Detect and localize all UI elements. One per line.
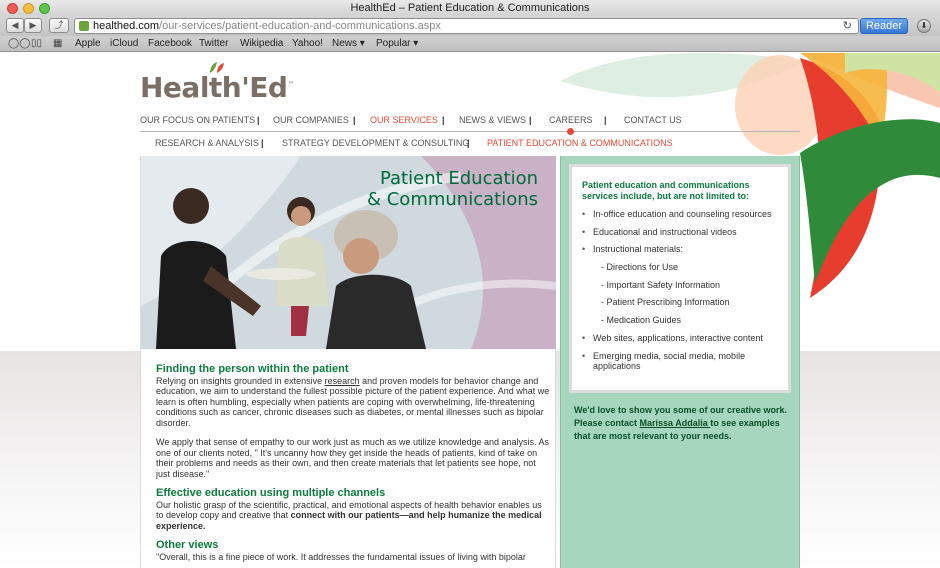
window-title: HealthEd – Patient Education & Communica… bbox=[350, 2, 590, 14]
section-heading-effective-education: Effective education using multiple chann… bbox=[156, 487, 386, 499]
share-button[interactable]: ⤴ bbox=[49, 18, 69, 33]
logo-leaf-icon bbox=[210, 62, 224, 73]
logo-trademark: ™ bbox=[287, 80, 294, 89]
bookmark-news-menu[interactable]: News ▾ bbox=[332, 36, 365, 51]
services-list: In-office education and counseling resou… bbox=[582, 209, 778, 372]
research-link[interactable]: research bbox=[325, 376, 360, 386]
bookmark-wikipedia[interactable]: Wikipedia bbox=[240, 36, 283, 51]
url-path: /our-services/patient-education-and-comm… bbox=[159, 20, 441, 32]
reload-icon[interactable]: ↻ bbox=[843, 19, 852, 33]
nav-careers[interactable]: CAREERS bbox=[549, 115, 593, 125]
back-button[interactable]: ◀ bbox=[6, 18, 24, 33]
minimize-window-icon[interactable] bbox=[23, 3, 34, 14]
site-favicon-icon bbox=[79, 21, 89, 31]
list-subitem: - Important Safety Information bbox=[601, 279, 721, 290]
address-bar[interactable]: healthed.com/our-services/patient-educat… bbox=[74, 18, 859, 34]
list-item: Emerging media, social media, mobile app… bbox=[582, 351, 778, 372]
bookmarks-bar: ◯◯ ▯▯ ▦ Apple iCloud Facebook Twitter Wi… bbox=[0, 36, 940, 52]
paragraph-research: Relying on insights grounded in extensiv… bbox=[156, 376, 551, 429]
nav-separator: | bbox=[529, 115, 532, 125]
paragraph-empathy: We apply that sense of empathy to our wo… bbox=[156, 437, 550, 479]
nav-contact-us[interactable]: CONTACT US bbox=[624, 115, 682, 125]
services-sidebar: Patient education and communications ser… bbox=[560, 156, 800, 568]
reading-list-icon[interactable]: ◯◯ bbox=[8, 36, 30, 51]
reader-button[interactable]: Reader bbox=[860, 18, 908, 34]
logo-text: Health'Ed bbox=[140, 71, 288, 104]
list-item: In-office education and counseling resou… bbox=[582, 209, 778, 220]
web-page: Health'Ed™ OUR FOCUS ON PATIENTS | OUR C… bbox=[0, 53, 940, 568]
nav-our-focus-on-patients[interactable]: OUR FOCUS ON PATIENTS bbox=[140, 115, 255, 125]
bookmark-popular-menu[interactable]: Popular ▾ bbox=[376, 36, 418, 51]
bookmark-yahoo[interactable]: Yahoo! bbox=[292, 36, 323, 51]
window-titlebar: HealthEd – Patient Education & Communica… bbox=[0, 0, 940, 16]
paragraph-holistic: Our holistic grasp of the scientific, pr… bbox=[156, 500, 551, 532]
nav-our-companies[interactable]: OUR COMPANIES bbox=[273, 115, 349, 125]
nav-divider bbox=[140, 131, 800, 132]
hero-image: Patient Education & Communications bbox=[141, 156, 556, 349]
nav-separator: | bbox=[261, 138, 264, 148]
bookmark-facebook[interactable]: Facebook bbox=[148, 36, 192, 51]
nav-separator: | bbox=[467, 138, 470, 148]
active-nav-indicator bbox=[567, 128, 574, 135]
bookmark-twitter[interactable]: Twitter bbox=[199, 36, 228, 51]
contact-marissa-link[interactable]: Marissa Addalia bbox=[640, 418, 711, 428]
section-heading-other-views: Other views bbox=[156, 539, 219, 551]
subnav-research-and-analysis[interactable]: RESEARCH & ANALYSIS bbox=[155, 138, 259, 148]
list-subitem: - Directions for Use bbox=[601, 262, 679, 273]
list-subitem: - Patient Prescribing Information bbox=[601, 297, 730, 308]
main-content: Patient Education & Communications Findi… bbox=[140, 156, 556, 568]
bookmark-icloud[interactable]: iCloud bbox=[110, 36, 138, 51]
bookmark-apple[interactable]: Apple bbox=[75, 36, 101, 51]
list-subitem: - Medication Guides bbox=[601, 315, 682, 326]
subnav-strategy-development-consulting[interactable]: STRATEGY DEVELOPMENT & CONSULTING bbox=[282, 138, 469, 148]
section-heading-finding-person: Finding the person within the patient bbox=[156, 363, 349, 375]
nav-separator: | bbox=[353, 115, 356, 125]
list-item: Educational and instructional videos bbox=[582, 227, 778, 238]
list-item: Web sites, applications, interactive con… bbox=[582, 333, 778, 344]
list-item: Instructional materials: bbox=[582, 244, 778, 255]
hero-title-line1: Patient Education bbox=[379, 168, 538, 189]
nav-separator: | bbox=[442, 115, 445, 125]
services-heading: Patient education and communications ser… bbox=[582, 180, 750, 201]
nav-news-and-views[interactable]: NEWS & VIEWS bbox=[459, 115, 526, 125]
nav-our-services[interactable]: OUR SERVICES bbox=[370, 115, 438, 125]
url-domain: healthed.com bbox=[93, 20, 160, 32]
healthed-logo[interactable]: Health'Ed™ bbox=[140, 71, 294, 104]
paragraph-text: Relying on insights grounded in extensiv… bbox=[156, 375, 325, 386]
subnav-patient-education-communications[interactable]: PATIENT EDUCATION & COMMUNICATIONS bbox=[487, 138, 673, 148]
top-sites-grid-icon[interactable]: ▦ bbox=[53, 36, 62, 51]
forward-button[interactable]: ▶ bbox=[24, 18, 42, 33]
bookmarks-book-icon[interactable]: ▯▯ bbox=[31, 36, 42, 51]
services-list-box: Patient education and communications ser… bbox=[569, 164, 791, 393]
paragraph-quote: "Overall, this is a fine piece of work. … bbox=[156, 551, 526, 562]
hero-title-line2: & Communications bbox=[366, 189, 538, 210]
contact-callout: We'd love to show you some of our creati… bbox=[574, 404, 789, 443]
close-window-icon[interactable] bbox=[7, 3, 18, 14]
hero-title: Patient Education & Communications bbox=[367, 168, 538, 210]
downloads-icon[interactable]: ⬇ bbox=[917, 19, 931, 33]
nav-separator: | bbox=[604, 115, 607, 125]
article-body: Finding the person within the patient Re… bbox=[156, 364, 551, 568]
zoom-window-icon[interactable] bbox=[39, 3, 50, 14]
nav-separator: | bbox=[257, 115, 260, 125]
browser-toolbar: ◀ ▶ ⤴ healthed.com/our-services/patient-… bbox=[0, 16, 940, 36]
